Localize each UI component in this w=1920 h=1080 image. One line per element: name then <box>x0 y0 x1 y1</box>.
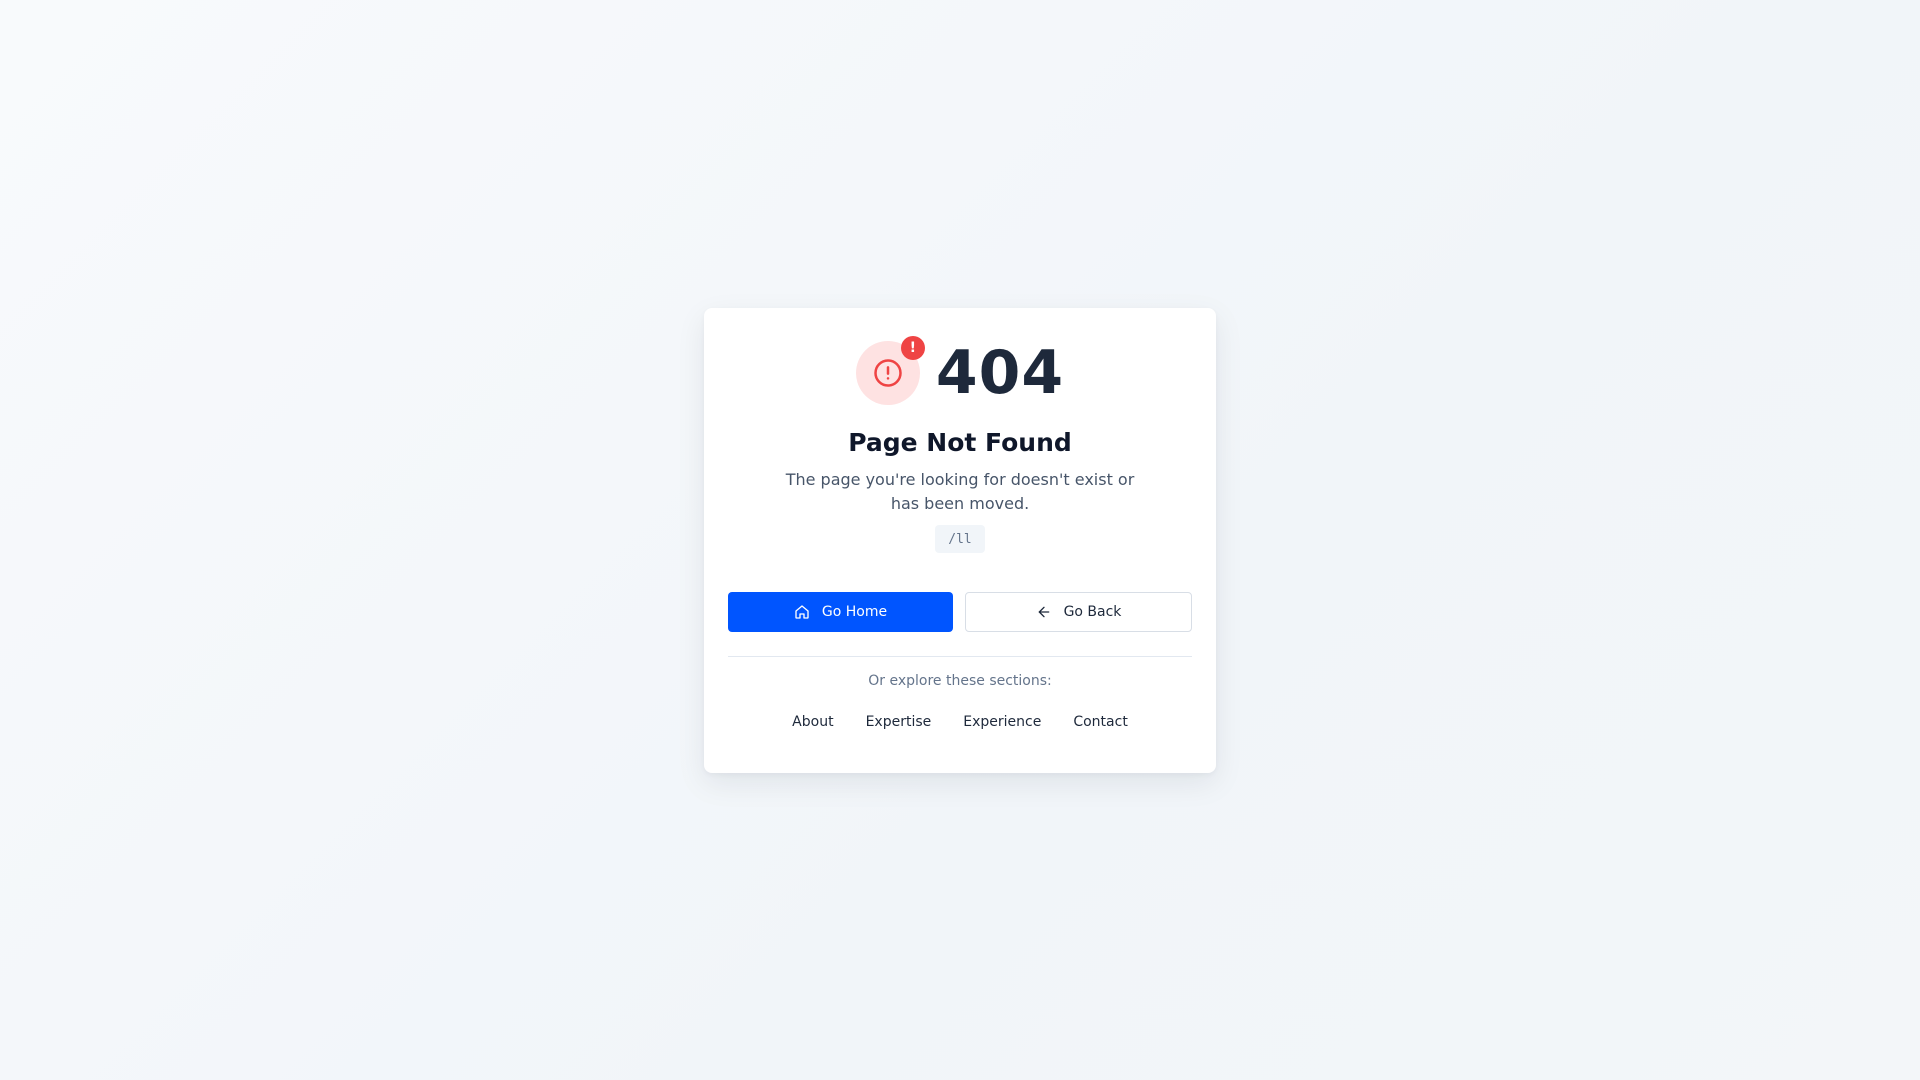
go-back-label: Go Back <box>1063 604 1122 620</box>
error-badge: ! <box>900 336 925 360</box>
error-code: 404 <box>935 338 1065 408</box>
explore-label: Or explore these sections: <box>868 673 1052 689</box>
error-card: ! 404 Page Not Found The page you're loo… <box>704 308 1216 773</box>
arrow-left-icon <box>1038 606 1049 618</box>
go-back-button[interactable]: Go Back <box>965 592 1192 632</box>
alert-icon-circle: ! <box>855 336 925 405</box>
page-title: Page Not Found <box>848 428 1072 457</box>
link-contact[interactable]: Contact <box>1061 712 1139 732</box>
go-home-button[interactable]: Go Home <box>728 592 953 632</box>
section-links: About Expertise Experience Contact <box>704 712 1216 732</box>
requested-path: /ll <box>935 525 985 553</box>
error-hero: ! 404 <box>704 336 1216 408</box>
error-description: The page you're looking for doesn't exis… <box>785 470 1135 513</box>
link-about[interactable]: About <box>780 712 845 732</box>
alert-circle-icon <box>874 359 902 387</box>
link-experience[interactable]: Experience <box>951 712 1053 732</box>
divider <box>728 656 1192 657</box>
home-icon <box>795 605 809 619</box>
go-home-label: Go Home <box>821 604 888 620</box>
link-expertise[interactable]: Expertise <box>854 712 944 732</box>
